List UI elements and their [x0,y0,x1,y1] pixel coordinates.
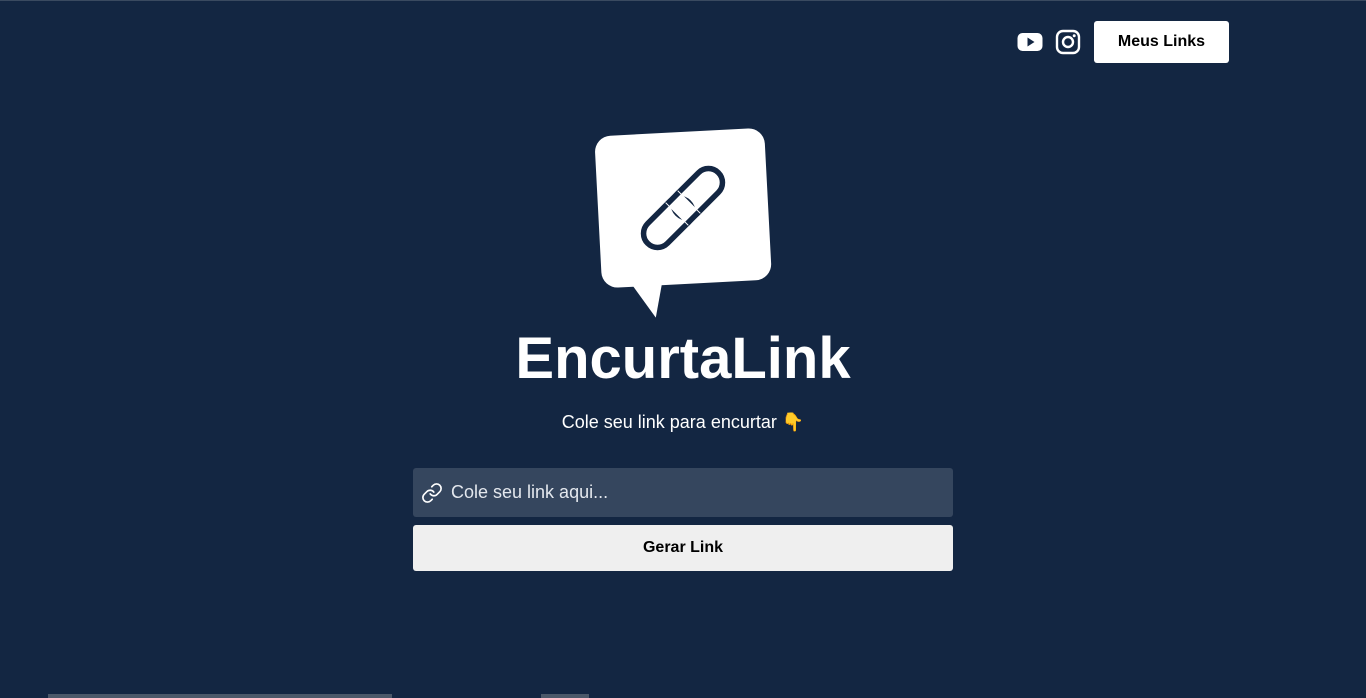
gerar-link-button[interactable]: Gerar Link [413,525,953,571]
meus-links-button[interactable]: Meus Links [1094,21,1229,63]
youtube-icon[interactable] [1016,28,1044,56]
header: Meus Links [1016,21,1229,63]
chat-bubble-link-icon [592,126,774,318]
scrollbar-track [48,694,392,698]
instagram-icon[interactable] [1054,28,1082,56]
top-divider [0,0,1366,1]
page-title: EncurtaLink [515,326,851,391]
scrollbar-segment [541,694,589,698]
page-subtitle: Cole seu link para encurtar 👇 [561,412,805,432]
link-input[interactable] [443,468,953,517]
link-input-container [413,468,953,517]
page: Meus Links EncurtaLink Cole seu link par… [0,0,1366,698]
link-icon [421,482,443,504]
